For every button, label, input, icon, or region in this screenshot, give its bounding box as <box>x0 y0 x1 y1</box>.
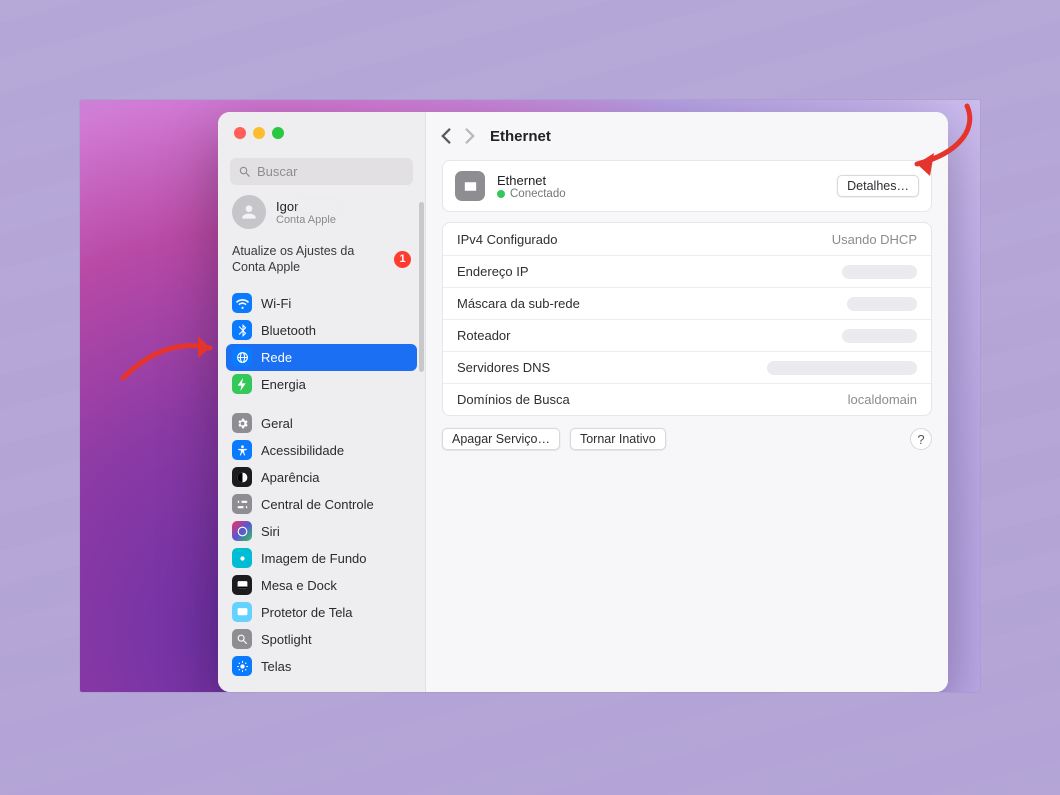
avatar <box>232 195 266 229</box>
sidebar-item-acessibilidade[interactable]: Acessibilidade <box>226 437 417 464</box>
sidebar-item-telas[interactable]: Telas <box>226 653 417 680</box>
sidebar-item-geral[interactable]: Geral <box>226 410 417 437</box>
info-row: Roteador <box>443 319 931 351</box>
account-name: Igor <box>276 199 298 214</box>
sidebar-item-label: Bluetooth <box>261 323 316 338</box>
screensaver-icon <box>232 602 252 622</box>
info-row: IPv4 Configurado Usando DHCP <box>443 223 931 255</box>
info-label: Máscara da sub-rede <box>457 296 580 311</box>
sidebar-item-label: Protetor de Tela <box>261 605 353 620</box>
network-info-list: IPv4 Configurado Usando DHCP Endereço IP Má… <box>442 222 932 416</box>
account-name-redacted <box>298 201 340 213</box>
connection-status: Conectado <box>510 188 566 200</box>
sidebar-nav: Wi-Fi Bluetooth Rede Energia Geral Acessibili… <box>218 290 425 688</box>
sidebar-item-label: Wi-Fi <box>261 296 291 311</box>
sidebar-item-central-de-controle[interactable]: Central de Controle <box>226 491 417 518</box>
info-value-redacted <box>847 297 917 311</box>
annotation-arrow-sidebar <box>118 318 228 388</box>
info-label: IPv4 Configurado <box>457 232 557 247</box>
info-row: Domínios de Busca localdomain <box>443 383 931 415</box>
help-button[interactable]: ? <box>910 428 932 450</box>
window-controls <box>218 112 425 152</box>
sidebar-item-label: Siri <box>261 524 280 539</box>
sidebar-item-label: Imagem de Fundo <box>261 551 367 566</box>
sidebar-scrollbar[interactable] <box>419 202 424 372</box>
info-label: Servidores DNS <box>457 360 550 375</box>
bolt-icon <box>232 374 252 394</box>
back-button[interactable] <box>440 128 452 144</box>
account-alert-text: Atualize os Ajustes da Conta Apple <box>232 243 386 276</box>
info-row: Endereço IP <box>443 255 931 287</box>
account-subtitle: Conta Apple <box>276 214 340 226</box>
sidebar: Buscar Igor Conta Apple Atualize os Ajus… <box>218 112 426 692</box>
connection-title: Ethernet <box>497 173 566 188</box>
appearance-icon <box>232 467 252 487</box>
close-window-button[interactable] <box>234 127 246 139</box>
sidebar-item-wi-fi[interactable]: Wi-Fi <box>226 290 417 317</box>
sidebar-item-rede[interactable]: Rede <box>226 344 417 371</box>
main-pane: Ethernet Ethernet Conectado Det <box>426 112 948 692</box>
accessibility-icon <box>232 440 252 460</box>
zoom-window-button[interactable] <box>272 127 284 139</box>
sidebar-item-label: Acessibilidade <box>261 443 344 458</box>
sidebar-item-bluetooth[interactable]: Bluetooth <box>226 317 417 344</box>
sidebar-item-label: Energia <box>261 377 306 392</box>
search-input[interactable]: Buscar <box>230 158 413 185</box>
system-settings-window: Buscar Igor Conta Apple Atualize os Ajus… <box>218 112 948 692</box>
controlcenter-icon <box>232 494 252 514</box>
globe-icon <box>232 347 252 367</box>
sidebar-item-label: Aparência <box>261 470 320 485</box>
desktop-wallpaper: Buscar Igor Conta Apple Atualize os Ajus… <box>80 100 980 692</box>
sidebar-item-label: Rede <box>261 350 292 365</box>
page-title: Ethernet <box>490 128 551 145</box>
details-button[interactable]: Detalhes… <box>837 175 919 197</box>
sidebar-item-spotlight[interactable]: Spotlight <box>226 626 417 653</box>
delete-service-button[interactable]: Apagar Serviço… <box>442 428 560 450</box>
info-label: Endereço IP <box>457 264 529 279</box>
info-row: Servidores DNS <box>443 351 931 383</box>
forward-button[interactable] <box>464 128 476 144</box>
alert-badge: 1 <box>394 251 411 268</box>
info-label: Roteador <box>457 328 510 343</box>
deactivate-button[interactable]: Tornar Inativo <box>570 428 666 450</box>
sidebar-item-protetor-de-tela[interactable]: Protetor de Tela <box>226 599 417 626</box>
search-icon <box>232 629 252 649</box>
sidebar-item-mesa-e-dock[interactable]: Mesa e Dock <box>226 572 417 599</box>
wallpaper-icon <box>232 548 252 568</box>
search-placeholder: Buscar <box>257 164 297 179</box>
sidebar-item-siri[interactable]: Siri <box>226 518 417 545</box>
info-value-redacted <box>767 361 917 375</box>
wifi-icon <box>232 293 252 313</box>
displays-icon <box>232 656 252 676</box>
info-value: localdomain <box>848 392 917 407</box>
info-row: Máscara da sub-rede <box>443 287 931 319</box>
dock-icon <box>232 575 252 595</box>
toolbar: Ethernet <box>426 112 948 160</box>
sidebar-item-label: Central de Controle <box>261 497 374 512</box>
sidebar-item-label: Spotlight <box>261 632 312 647</box>
info-value: Usando DHCP <box>832 232 917 247</box>
siri-icon <box>232 521 252 541</box>
minimize-window-button[interactable] <box>253 127 265 139</box>
connection-card: Ethernet Conectado Detalhes… <box>442 160 932 212</box>
account-alert-row[interactable]: Atualize os Ajustes da Conta Apple 1 <box>218 241 425 290</box>
search-icon <box>238 165 252 179</box>
info-value-redacted <box>842 265 917 279</box>
bluetooth-icon <box>232 320 252 340</box>
sidebar-item-imagem-de-fundo[interactable]: Imagem de Fundo <box>226 545 417 572</box>
gear-icon <box>232 413 252 433</box>
info-label: Domínios de Busca <box>457 392 570 407</box>
account-row[interactable]: Igor Conta Apple <box>218 195 425 241</box>
ethernet-icon <box>455 171 485 201</box>
sidebar-item-label: Telas <box>261 659 291 674</box>
sidebar-item-apar-ncia[interactable]: Aparência <box>226 464 417 491</box>
sidebar-item-energia[interactable]: Energia <box>226 371 417 398</box>
sidebar-item-label: Mesa e Dock <box>261 578 337 593</box>
sidebar-item-label: Geral <box>261 416 293 431</box>
status-dot-icon <box>497 190 505 198</box>
info-value-redacted <box>842 329 917 343</box>
